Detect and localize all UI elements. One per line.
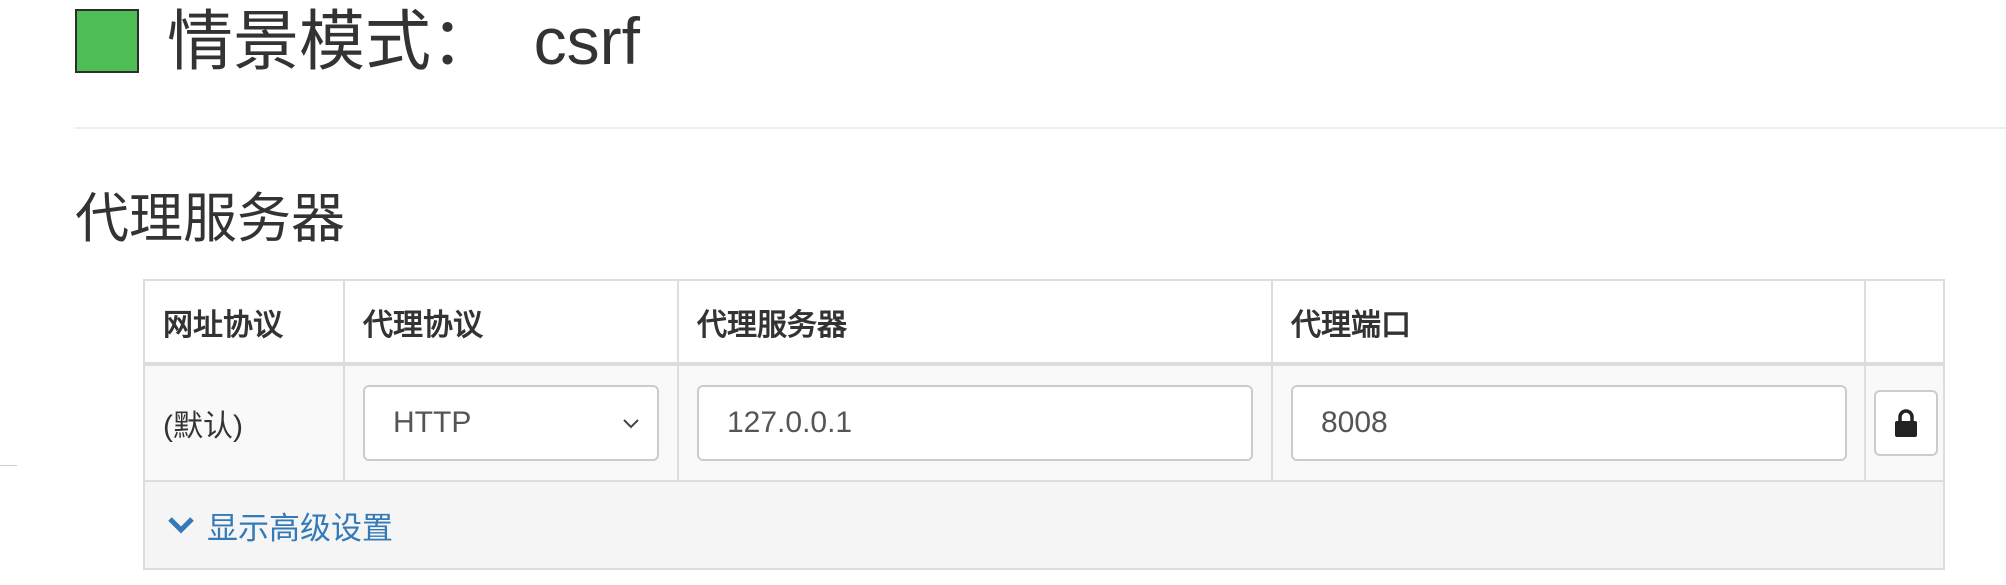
protocol-select[interactable]: HTTP (363, 385, 659, 461)
proxy-port-input[interactable]: 8008 (1291, 385, 1847, 461)
column-header-protocol: 代理协议 (343, 279, 679, 366)
proxy-server-input[interactable]: 127.0.0.1 (697, 385, 1253, 461)
server-cell: 127.0.0.1 (677, 363, 1273, 482)
lock-button[interactable] (1874, 390, 1938, 456)
chevron-down-icon (623, 419, 639, 429)
actions-cell (1864, 363, 1945, 482)
column-header-server: 代理服务器 (677, 279, 1273, 366)
side-divider (0, 465, 17, 466)
profile-color-swatch (75, 9, 139, 73)
advanced-row: 显示高级设置 (143, 480, 1945, 570)
advanced-cell: 显示高级设置 (143, 480, 1945, 570)
table-header-row: 网址协议 代理协议 代理服务器 代理端口 (143, 279, 1945, 366)
protocol-cell: HTTP (343, 363, 679, 482)
scheme-cell: (默认) (143, 363, 345, 482)
section-title: 代理服务器 (75, 189, 345, 249)
show-advanced-settings-label: 显示高级设置 (207, 510, 393, 546)
column-header-scheme: 网址协议 (143, 279, 345, 366)
page-title: 情景模式： csrf (167, 4, 640, 78)
chevron-down-icon (168, 517, 194, 534)
divider (75, 127, 2006, 129)
protocol-select-value: HTTP (393, 406, 472, 439)
page-title-row: 情景模式： csrf (75, 0, 640, 82)
table-row: (默认) HTTP 127.0.0.1 8008 (143, 363, 1945, 482)
column-header-port: 代理端口 (1271, 279, 1866, 366)
show-advanced-settings-link[interactable]: 显示高级设置 (167, 503, 393, 548)
column-header-actions (1864, 279, 1945, 366)
page: 情景模式： csrf 代理服务器 网址协议 代理协议 代理服务器 代理端口 (默… (0, 0, 2006, 585)
port-cell: 8008 (1271, 363, 1866, 482)
proxy-port-value: 8008 (1321, 406, 1388, 439)
proxy-table: 网址协议 代理协议 代理服务器 代理端口 (默认) HTTP 127.0.0.1… (143, 279, 1945, 570)
proxy-server-value: 127.0.0.1 (727, 406, 853, 439)
lock-icon (1895, 409, 1917, 437)
